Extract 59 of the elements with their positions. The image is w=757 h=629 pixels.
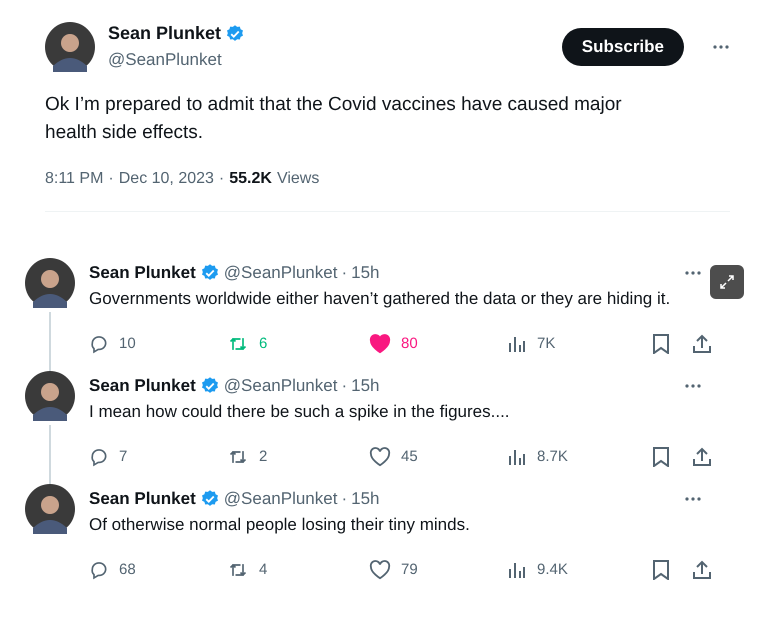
separator: ·: [341, 488, 348, 510]
views-count: 8.7K: [537, 446, 568, 466]
author-handle[interactable]: @SeanPlunket: [224, 260, 338, 286]
author-name[interactable]: Sean Plunket: [89, 260, 196, 286]
views-count: 55.2K: [229, 169, 272, 189]
post-age: 15h: [351, 262, 380, 284]
avatar-icon: [25, 484, 75, 534]
expand-icon: [719, 274, 735, 290]
share-icon[interactable]: [692, 446, 712, 467]
bookmark-icon[interactable]: [652, 446, 670, 467]
avatar-icon: [25, 371, 75, 421]
more-icon[interactable]: [684, 270, 702, 276]
separator: ·: [108, 169, 114, 189]
heart-icon[interactable]: [369, 334, 391, 354]
reply-count: 10: [119, 334, 136, 354]
like-count: 45: [401, 446, 418, 466]
more-icon[interactable]: [684, 382, 702, 389]
author-handle[interactable]: @SeanPlunket: [224, 486, 338, 512]
heart-icon[interactable]: [369, 560, 391, 580]
repost-count: 4: [259, 560, 268, 580]
share-icon[interactable]: [692, 560, 712, 580]
author-name[interactable]: Sean Plunket: [108, 20, 222, 47]
comment-icon[interactable]: [89, 334, 109, 354]
comment-icon[interactable]: [89, 560, 109, 580]
reply-count: 7: [119, 446, 128, 466]
like-count: 79: [401, 560, 418, 580]
comment-icon[interactable]: [89, 446, 109, 467]
bookmark-icon[interactable]: [652, 334, 670, 354]
post-time[interactable]: 8:11 PM: [45, 167, 104, 191]
repost-count: 2: [259, 446, 268, 466]
share-icon[interactable]: [692, 334, 712, 354]
repost-count: 6: [259, 334, 268, 354]
separator: ·: [341, 262, 348, 284]
heart-icon[interactable]: [369, 446, 391, 467]
author-name[interactable]: Sean Plunket: [89, 373, 196, 398]
more-icon[interactable]: [684, 496, 702, 502]
reply-count: 68: [119, 560, 136, 580]
reply-text: Governments worldwide either haven’t gathered the data or they are hiding it.: [89, 288, 672, 310]
author-handle[interactable]: @SeanPlunket: [108, 50, 222, 69]
author-name[interactable]: Sean Plunket: [89, 486, 196, 512]
separator: ·: [341, 375, 348, 397]
views-count: 9.4K: [537, 560, 568, 580]
separator: ·: [218, 169, 224, 189]
views-count: 7K: [537, 334, 556, 354]
avatar-icon: [25, 258, 75, 308]
reply-text: Of otherwise normal people losing their tiny minds.: [89, 514, 471, 536]
post-date[interactable]: Dec 10, 2023: [118, 167, 214, 191]
tweet-text: Ok I’m prepared to admit that the Covid vaccines have caused major health side effects.: [45, 93, 623, 145]
subscribe-button[interactable]: Subscribe: [562, 28, 684, 66]
avatar-icon: [45, 22, 95, 72]
more-icon[interactable]: [712, 44, 730, 50]
bookmark-icon[interactable]: [652, 560, 670, 580]
expand-button[interactable]: [710, 265, 744, 299]
post-age: 15h: [351, 488, 380, 510]
post-age: 15h: [351, 375, 380, 397]
author-handle[interactable]: @SeanPlunket: [224, 373, 338, 398]
views-label: Views: [276, 169, 320, 189]
reply-text: I mean how could there be such a spike in the figures....: [89, 400, 511, 422]
like-count: 80: [401, 334, 418, 354]
